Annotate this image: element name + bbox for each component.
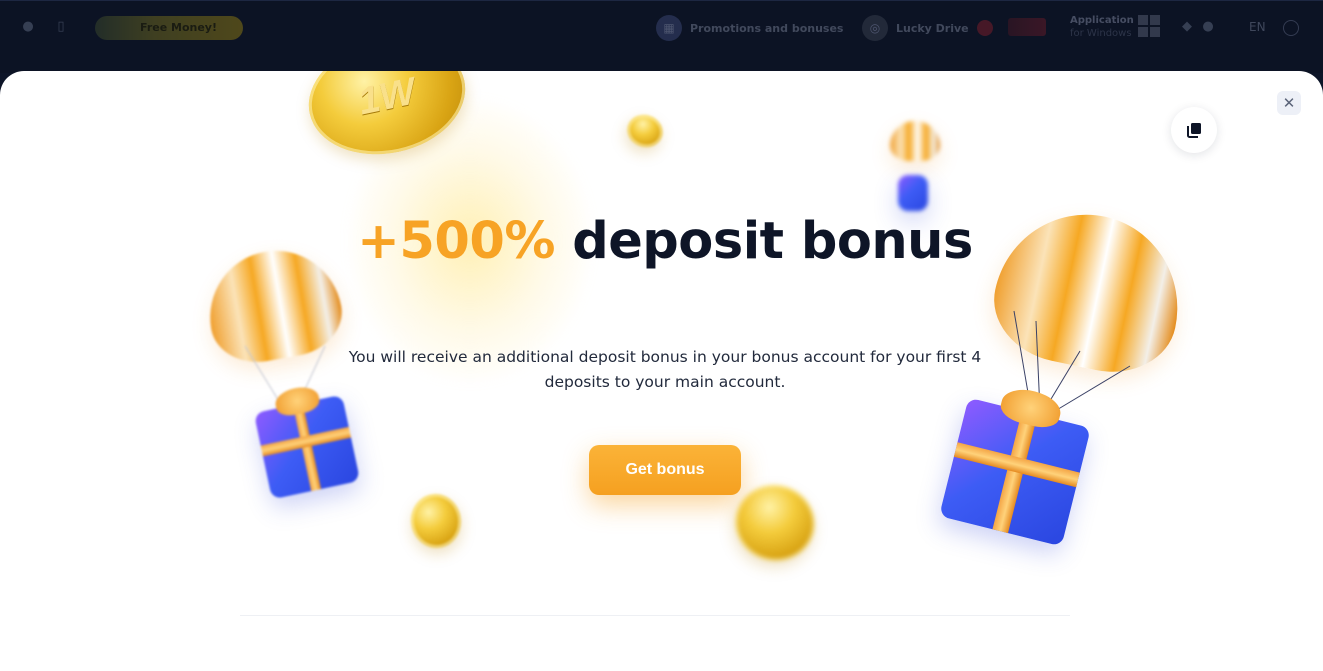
deposit-bonus-modal: 1W ✕ +500% deposit bonus You will receiv… (0, 71, 1323, 671)
bonus-description: You will receive an additional deposit b… (348, 348, 982, 391)
close-button[interactable]: ✕ (1277, 91, 1301, 115)
coin-bottom-left-icon (407, 490, 465, 552)
copy-icon (1187, 123, 1201, 138)
overlay-dim (0, 1, 1323, 73)
gift-small-icon (898, 175, 928, 211)
bonus-headline-text: deposit bonus (554, 212, 973, 271)
coin-blurred-icon (726, 475, 824, 571)
get-bonus-button[interactable]: Get bonus (589, 445, 741, 495)
top-navigation-bar: ● ▯ Free Money! ▦ Promotions and bonuses… (0, 0, 1323, 73)
copy-link-button[interactable] (1171, 107, 1217, 153)
gift-left-icon (253, 383, 361, 500)
close-icon: ✕ (1282, 94, 1296, 112)
coin-mark: 1W (354, 71, 420, 123)
modal-divider (240, 615, 1070, 616)
parachute-small-icon (890, 121, 940, 161)
coin-small-icon (622, 109, 668, 153)
bonus-headline: +500% deposit bonus (332, 213, 998, 270)
bonus-percentage: +500% (357, 212, 555, 271)
